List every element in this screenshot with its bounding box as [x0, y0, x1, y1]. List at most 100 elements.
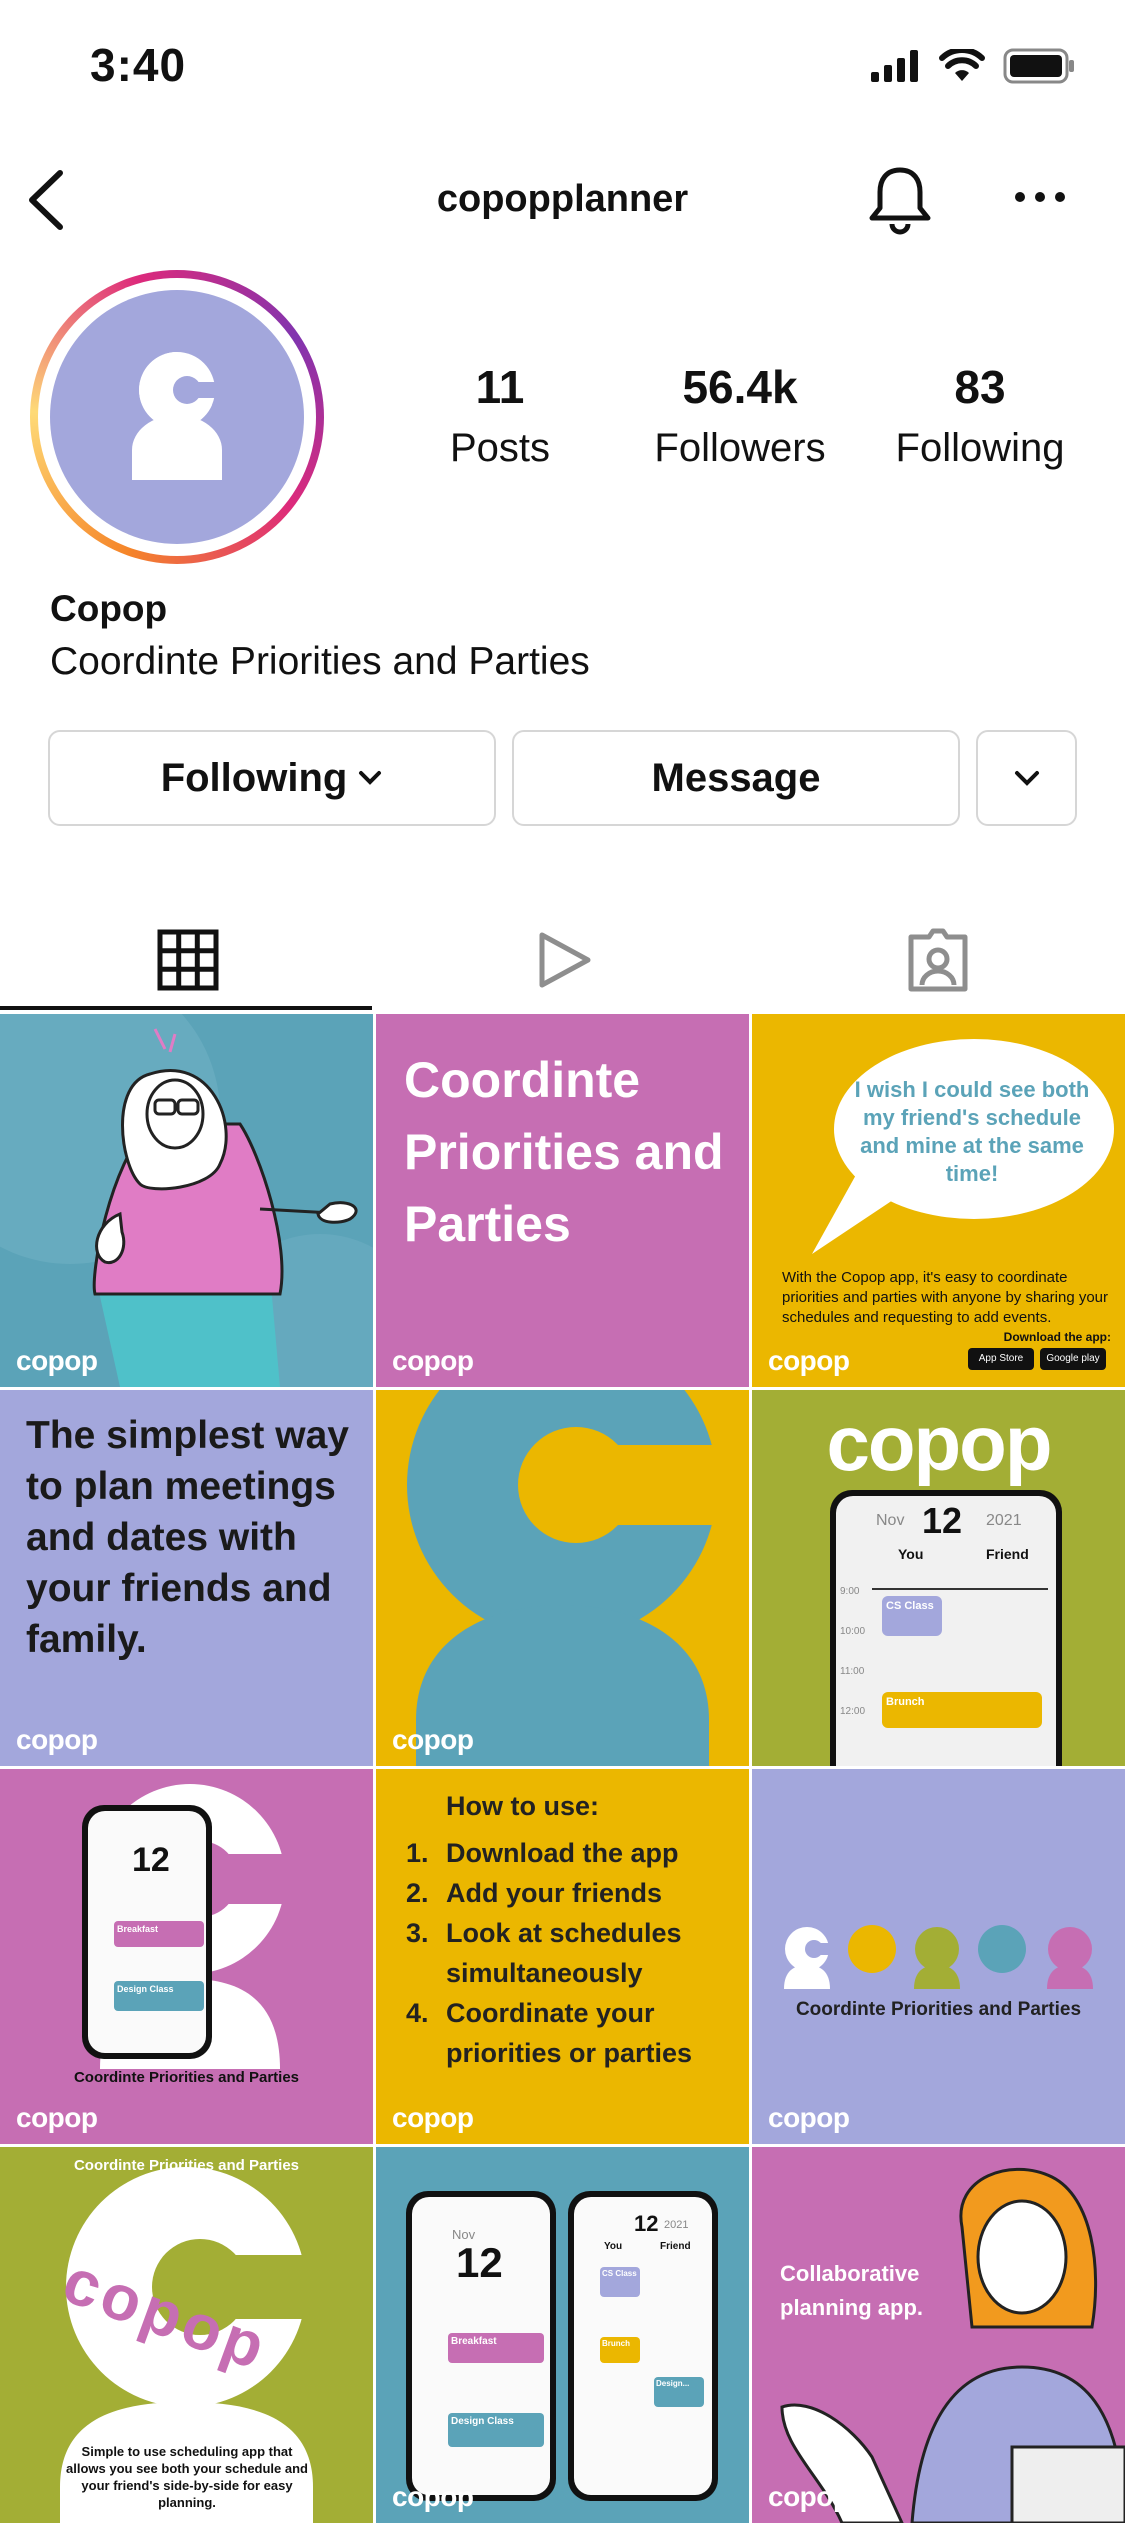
following-button-label: Following — [160, 755, 348, 800]
calendar-day: 12 — [634, 2211, 659, 2236]
event-breakfast: Breakfast — [114, 1921, 204, 1947]
tagged-user-icon — [908, 928, 967, 992]
phone-mockup: Nov 12 Breakfast Design Class — [406, 2191, 556, 2501]
followers-label: Followers — [654, 426, 826, 470]
woman-illustration — [0, 1014, 373, 1387]
googleplay-badge: Google play — [1040, 1348, 1106, 1370]
post-watermark: copop — [392, 2102, 474, 2133]
calendar-year: 2021 — [986, 1512, 1022, 1529]
post-4[interactable]: The simplest way to plan meetings and da… — [0, 1390, 373, 1766]
step-4: Coordinate your priorities or parties — [446, 1998, 693, 2068]
step-2: Add your friends — [446, 1878, 663, 1908]
battery-icon — [1003, 48, 1074, 84]
event-brunch: Brunch — [600, 2337, 640, 2363]
suggested-accounts-button[interactable] — [976, 730, 1077, 826]
chevron-down-icon — [1014, 771, 1039, 786]
post-3-bubble-text: I wish I could see both my friend's sche… — [854, 1077, 1090, 1186]
profile-username: copopplanner — [436, 178, 689, 220]
post-7[interactable]: 12 Breakfast Design Class Coordinte Prio… — [0, 1769, 373, 2144]
appstore-badge: App Store — [968, 1348, 1034, 1370]
post-9[interactable]: Coordinte Priorities and Parties copop — [752, 1769, 1125, 2144]
post-10[interactable]: Coordinte Priorities and Parties copop S… — [0, 2147, 373, 2523]
calendar-day: 12 — [922, 1500, 963, 1541]
post-watermark: copop — [768, 1345, 850, 1376]
notification-bell-icon[interactable] — [860, 160, 940, 240]
posts-label: Posts — [449, 426, 551, 470]
calendar-year: 2021 — [664, 2219, 689, 2231]
post-watermark: copop — [16, 1724, 98, 1755]
post-6[interactable]: copop Nov 12 2021 You Friend 9:00 10:00 … — [752, 1390, 1125, 1766]
phone-mockup: 12 2021 You Friend CS Class Brunch Desig… — [568, 2191, 718, 2501]
event-cs-class: CS Class — [600, 2267, 640, 2297]
copop-logo-icon — [132, 352, 229, 480]
stat-followers[interactable]: 56.4k Followers — [640, 360, 840, 471]
post-10-caption: Coordinte Priorities and Parties — [73, 2157, 300, 2174]
phone-mockup: Nov 12 2021 You Friend 9:00 10:00 11:00 … — [830, 1490, 1062, 1766]
time-label: 10:00 — [840, 1626, 866, 1637]
tab-reels[interactable] — [375, 915, 750, 1005]
post-8[interactable]: How to use: 1. Download the app 2. Add you… — [376, 1769, 749, 2144]
copop-logo-icon — [376, 1390, 749, 1766]
status-icons — [871, 48, 1075, 84]
post-3-body: With the Copop app, it's easy to coordin… — [782, 1269, 1109, 1326]
play-icon — [539, 932, 590, 988]
following-count: 83 — [954, 361, 1006, 413]
post-1[interactable]: copop — [0, 1014, 373, 1387]
post-watermark: copop — [392, 2481, 474, 2512]
post-watermark: copop — [768, 2481, 850, 2512]
post-9-caption: Coordinte Priorities and Parties — [795, 1999, 1082, 2020]
chevron-down-icon — [359, 771, 382, 785]
column-you: You — [604, 2241, 623, 2252]
post-watermark: copop — [16, 1345, 98, 1376]
event-breakfast: Breakfast — [448, 2333, 544, 2363]
event-design: Design... — [654, 2377, 704, 2407]
post-watermark: copop — [16, 2102, 98, 2133]
step-3: Look at schedules simultaneously — [446, 1918, 682, 1988]
event-design-class: Design Class — [114, 1981, 204, 2011]
event-cs-class: CS Class — [882, 1596, 942, 1636]
column-friend: Friend — [986, 1546, 1029, 1562]
following-label: Following — [895, 426, 1065, 470]
post-11[interactable]: Nov 12 Breakfast Design Class 12 2021 Yo… — [376, 2147, 749, 2523]
active-tab-indicator — [0, 1006, 372, 1010]
post-watermark: copop — [392, 1345, 474, 1376]
column-friend: Friend — [660, 2241, 691, 2252]
woman-illustration — [780, 2167, 1125, 2523]
column-you: You — [898, 1546, 924, 1562]
post-watermark: copop — [392, 1724, 474, 1755]
stat-following[interactable]: 83 Following — [880, 360, 1080, 471]
post-2[interactable]: Coordinte Priorities and Parties copop — [376, 1014, 749, 1387]
posts-count: 11 — [475, 361, 525, 413]
phone-mockup: 12 Breakfast Design Class — [82, 1805, 212, 2059]
time-label: 12:00 — [840, 1706, 866, 1717]
event-brunch: Brunch — [882, 1692, 1042, 1728]
post-8-steps: 1. Download the app 2. Add your friends 3.… — [406, 1833, 741, 2073]
step-1: Download the app — [446, 1838, 679, 1868]
followers-count: 56.4k — [682, 361, 798, 413]
cellular-signal-icon — [871, 50, 918, 82]
post-7-caption: Coordinte Priorities and Parties — [73, 2069, 300, 2086]
post-12[interactable]: Collaborative planning app. copop — [752, 2147, 1125, 2523]
profile-bio: Coordinte Priorities and Parties — [50, 640, 590, 683]
stat-posts[interactable]: 11 Posts — [440, 360, 560, 471]
post-10-body: Simple to use scheduling app that allows… — [66, 2444, 308, 2510]
time-label: 11:00 — [840, 1666, 865, 1677]
message-button[interactable]: Message — [512, 730, 960, 826]
tab-posts-grid[interactable] — [0, 915, 375, 1005]
status-time: 3:40 — [90, 39, 187, 91]
calendar-day: 12 — [132, 1841, 170, 1879]
post-5[interactable]: copop — [376, 1390, 749, 1766]
posts-grid: copop Coordinte Priorities and Parties c… — [0, 1014, 1125, 2523]
tab-tagged[interactable] — [750, 915, 1125, 1005]
post-watermark: copop — [768, 2102, 850, 2133]
more-options-icon[interactable] — [1010, 182, 1070, 212]
time-label: 9:00 — [840, 1586, 860, 1597]
post-3[interactable]: I wish I could see both my friend's sche… — [752, 1014, 1125, 1387]
post-2-title: Coordinte Priorities and Parties — [404, 1052, 724, 1252]
wifi-icon — [939, 49, 985, 81]
post-6-logo: copop — [826, 1399, 1053, 1487]
post-3-download: Download the app: — [1003, 1330, 1111, 1344]
following-button[interactable]: Following — [48, 730, 496, 826]
profile-avatar[interactable] — [30, 270, 324, 564]
message-button-label: Message — [651, 755, 821, 800]
